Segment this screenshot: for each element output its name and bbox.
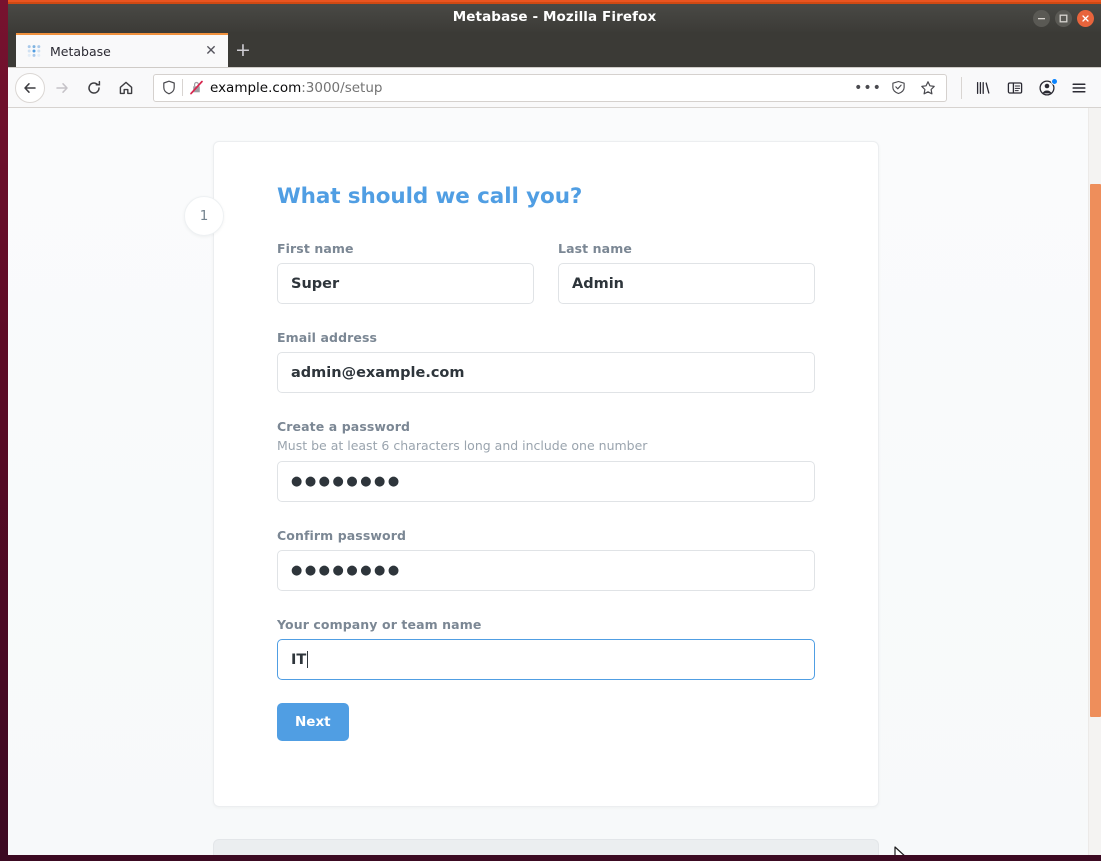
page-title: What should we call you? xyxy=(277,184,583,209)
insecure-connection-icon[interactable] xyxy=(189,80,204,95)
confirm-password-field-group: Confirm password ●●●●●●●● xyxy=(277,528,815,591)
reload-button[interactable] xyxy=(79,73,109,103)
toolbar-right-group xyxy=(968,73,1094,103)
tab-strip: Metabase ✕ + xyxy=(8,32,1101,68)
company-field-group: Your company or team name IT xyxy=(277,617,815,680)
close-button[interactable] xyxy=(1077,9,1094,27)
url-bar[interactable]: example.com:3000/setup ••• xyxy=(153,73,947,102)
first-name-label: First name xyxy=(277,241,354,256)
company-input[interactable]: IT xyxy=(277,639,815,680)
home-button[interactable] xyxy=(111,73,141,103)
application-menu-icon[interactable] xyxy=(1064,73,1094,103)
page-actions-icon[interactable]: ••• xyxy=(854,76,881,100)
window-controls xyxy=(1033,2,1094,34)
confirm-password-masked-value: ●●●●●●●● xyxy=(291,563,402,578)
minimize-button[interactable] xyxy=(1033,9,1050,27)
first-name-field-group: First name xyxy=(277,241,534,304)
titlebar-accent xyxy=(8,2,1101,4)
page-scrollbar-track[interactable] xyxy=(1088,108,1101,855)
page-scrollbar-thumb[interactable] xyxy=(1090,184,1101,717)
step-1-badge: 1 xyxy=(184,196,224,236)
account-icon[interactable] xyxy=(1032,73,1062,103)
setup-step-1-body: What should we call you? First name Last… xyxy=(214,142,878,781)
reader-view-icon[interactable] xyxy=(886,76,910,100)
sidebar-icon[interactable] xyxy=(1000,73,1030,103)
tracking-protection-shield-icon[interactable] xyxy=(162,80,176,95)
url-text: example.com:3000/setup xyxy=(210,80,850,96)
forward-button xyxy=(47,73,77,103)
window-titlebar: Metabase - Mozilla Firefox xyxy=(8,0,1101,32)
url-host: example.com xyxy=(210,79,302,96)
text-caret xyxy=(307,651,309,668)
company-label: Your company or team name xyxy=(277,617,482,632)
password-field-group: Create a password Must be at least 6 cha… xyxy=(277,419,815,502)
bookmark-star-icon[interactable] xyxy=(916,76,940,100)
metabase-setup-page: 1 What should we call you? First name La… xyxy=(8,108,1101,855)
tab-close-icon[interactable]: ✕ xyxy=(202,42,220,60)
library-icon[interactable] xyxy=(968,73,998,103)
confirm-password-input[interactable]: ●●●●●●●● xyxy=(277,550,815,591)
url-divider xyxy=(182,79,183,96)
tab-title: Metabase xyxy=(50,43,111,59)
browser-tab-metabase[interactable]: Metabase ✕ xyxy=(16,33,228,67)
password-label: Create a password xyxy=(277,419,411,434)
email-label: Email address xyxy=(277,330,378,345)
metabase-favicon xyxy=(26,43,42,59)
password-masked-value: ●●●●●●●● xyxy=(291,474,402,489)
name-fields-row: First name Last name xyxy=(277,241,815,304)
first-name-input[interactable] xyxy=(277,263,534,304)
account-notification-dot xyxy=(1051,77,1058,85)
page-viewport: 1 What should we call you? First name La… xyxy=(8,108,1101,855)
confirm-password-label: Confirm password xyxy=(277,528,407,543)
next-button[interactable]: Next xyxy=(277,703,349,741)
setup-step-2-card: 2 xyxy=(213,839,879,855)
desktop-background: Metabase - Mozilla Firefox Metabase ✕ + … xyxy=(0,0,1101,861)
email-field-group: Email address xyxy=(277,330,815,393)
firefox-window: Metabase - Mozilla Firefox Metabase ✕ + … xyxy=(8,0,1101,855)
url-path: :3000/setup xyxy=(301,79,383,96)
password-input[interactable]: ●●●●●●●● xyxy=(277,461,815,502)
email-input[interactable] xyxy=(277,352,815,393)
back-button[interactable] xyxy=(15,72,45,103)
maximize-button[interactable] xyxy=(1055,9,1072,27)
window-title: Metabase - Mozilla Firefox xyxy=(452,9,657,25)
setup-step-1-card: 1 What should we call you? First name La… xyxy=(184,141,879,807)
last-name-input[interactable] xyxy=(558,263,815,304)
toolbar-separator xyxy=(961,76,962,99)
last-name-field-group: Last name xyxy=(558,241,815,304)
new-tab-button[interactable]: + xyxy=(228,33,258,67)
company-value: IT xyxy=(291,651,307,668)
last-name-label: Last name xyxy=(558,241,632,256)
password-hint: Must be at least 6 characters long and i… xyxy=(277,438,648,453)
navigation-toolbar: example.com:3000/setup ••• xyxy=(8,68,1101,108)
